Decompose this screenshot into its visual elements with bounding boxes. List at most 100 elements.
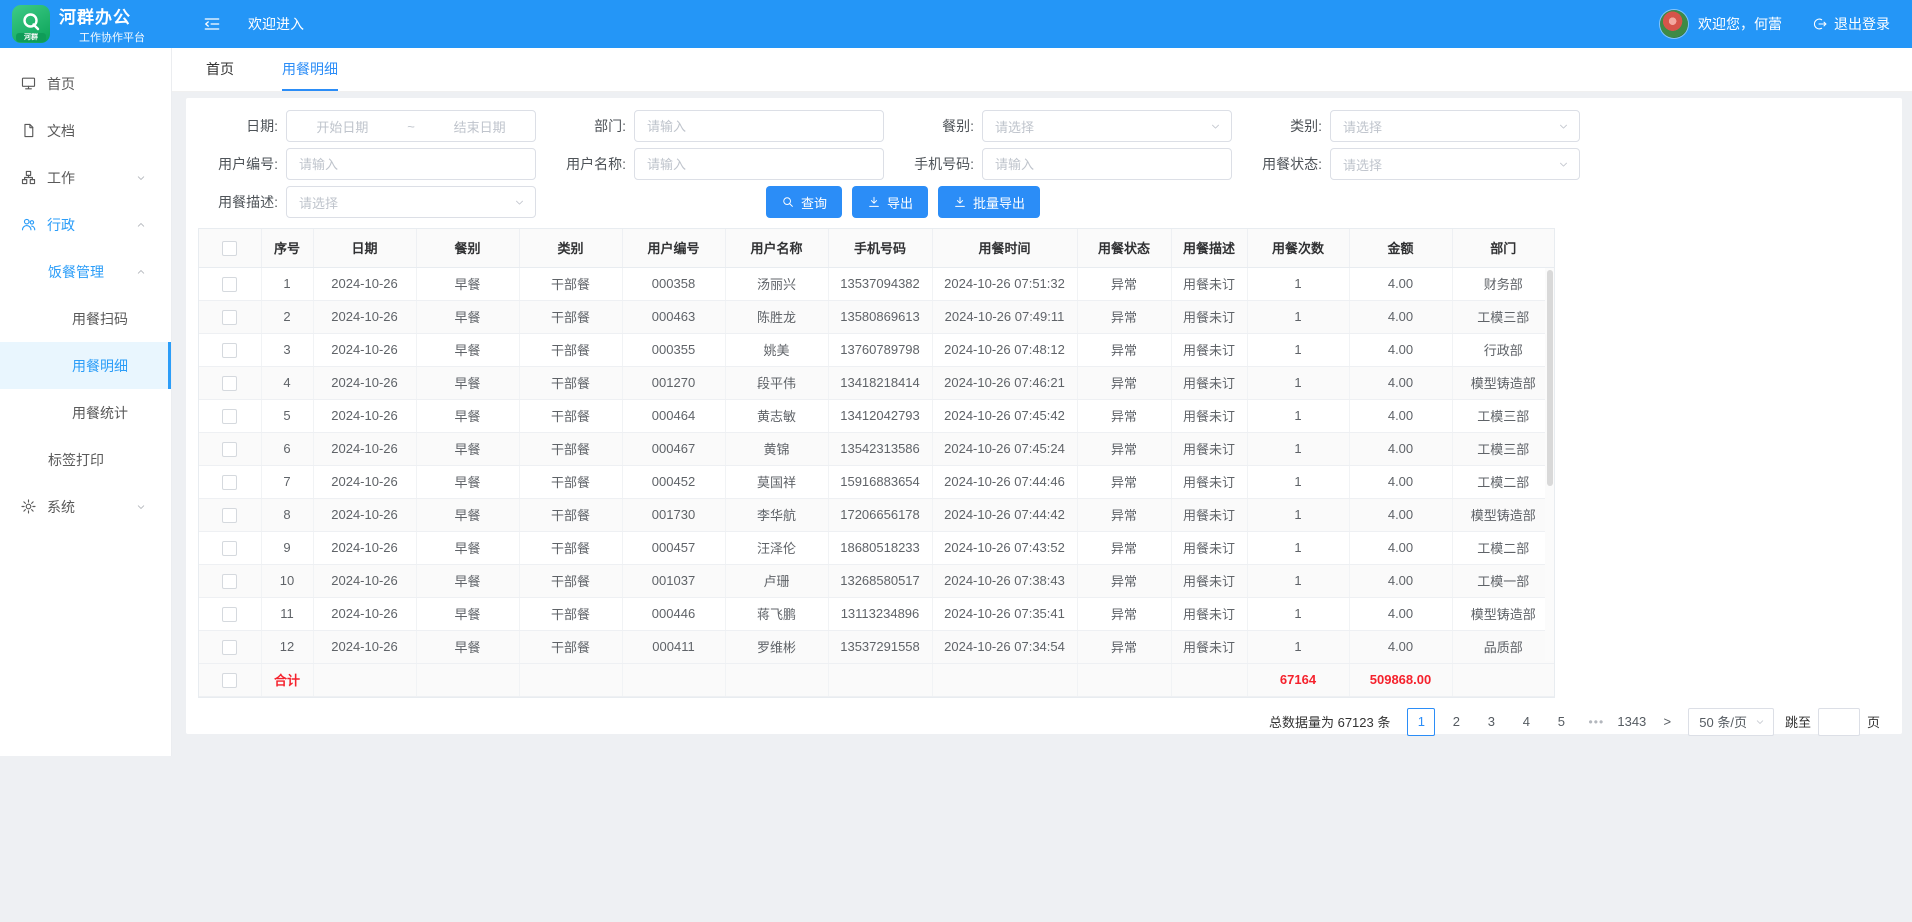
sidebar-item-docs[interactable]: 文档 [0,107,171,154]
logout-button[interactable]: 退出登录 [1812,14,1890,34]
col-header-select [199,229,261,267]
row-checkbox[interactable] [222,310,237,325]
sidebar-item-work[interactable]: 工作 [0,154,171,201]
row-checkbox[interactable] [222,277,237,292]
filter-user-name-input[interactable] [634,148,884,180]
next-page-button[interactable]: > [1653,708,1681,736]
filter-meal-desc: 用餐描述:请选择 [198,186,546,218]
cell-date: 2024-10-26 [313,498,416,531]
cell-count: 1 [1247,630,1349,663]
filter-category-select[interactable]: 请选择 [1330,110,1580,142]
page-button-1[interactable]: 1 [1407,708,1435,736]
page-button-5[interactable]: 5 [1547,708,1575,736]
cell-amount: 4.00 [1349,267,1452,300]
sidebar-item-meal-stats[interactable]: 用餐统计 [0,389,171,436]
cell-count: 1 [1247,498,1349,531]
page-button-2[interactable]: 2 [1442,708,1470,736]
sidebar-item-meal-scan[interactable]: 用餐扫码 [0,295,171,342]
search-button[interactable]: 查询 [766,186,842,218]
user-avatar[interactable] [1660,10,1688,38]
sidebar-item-admin[interactable]: 行政 [0,201,171,248]
summary-cell-user_id [622,663,725,696]
filter-phone-input[interactable] [982,148,1232,180]
cell-amount: 4.00 [1349,399,1452,432]
cell-select [199,564,261,597]
page-size-select[interactable]: 50 条/页 [1688,708,1774,736]
page-button-1343[interactable]: 1343 [1617,708,1646,736]
cell-phone: 13412042793 [828,399,932,432]
row-checkbox[interactable] [222,409,237,424]
cell-count: 1 [1247,300,1349,333]
app-logo-icon: 河群 [12,5,50,43]
cell-phone: 13580869613 [828,300,932,333]
select-all-checkbox[interactable] [222,241,237,256]
sidebar-item-home[interactable]: 首页 [0,60,171,107]
filter-date-range[interactable]: 开始日期~结束日期 [286,110,536,142]
filter-user-id-input[interactable] [286,148,536,180]
end-date-placeholder: 结束日期 [454,117,506,136]
tab-bar: 首页 用餐明细 [172,48,1912,92]
pagination-ellipsis[interactable]: ••• [1582,708,1610,736]
cell-desc: 用餐未订 [1171,432,1247,465]
export-button[interactable]: 导出 [852,186,928,218]
row-checkbox[interactable] [222,541,237,556]
filter-date: 日期:开始日期~结束日期 [198,110,546,142]
jump-page-input[interactable] [1818,708,1860,736]
cell-amount: 4.00 [1349,300,1452,333]
cell-seq: 12 [261,630,313,663]
cell-user_id: 000358 [622,267,725,300]
table-row: 52024-10-26早餐干部餐000464黄志敏134120427932024… [199,399,1554,432]
cell-user_name: 汪泽伦 [725,531,828,564]
filter-department-input[interactable] [634,110,884,142]
sidebar: 首页文档工作行政饭餐管理用餐扫码用餐明细用餐统计标签打印系统 [0,48,172,756]
filter-label: 日期: [198,116,286,136]
menu-fold-icon[interactable] [202,14,222,34]
cell-count: 1 [1247,465,1349,498]
cell-category: 干部餐 [519,366,622,399]
row-checkbox[interactable] [222,475,237,490]
cell-select [199,267,261,300]
row-checkbox[interactable] [222,508,237,523]
page-button-3[interactable]: 3 [1477,708,1505,736]
cell-phone: 15916883654 [828,465,932,498]
cell-dept: 工模一部 [1452,564,1554,597]
row-checkbox[interactable] [222,607,237,622]
filter-meal-desc-select[interactable]: 请选择 [286,186,536,218]
row-checkbox[interactable] [222,574,237,589]
row-checkbox[interactable] [222,376,237,391]
cell-user_id: 000464 [622,399,725,432]
tab-home[interactable]: 首页 [206,48,234,91]
cell-status: 异常 [1077,465,1171,498]
logout-label: 退出登录 [1834,14,1890,34]
sidebar-item-system[interactable]: 系统 [0,483,171,530]
filter-meal-status-select[interactable]: 请选择 [1330,148,1580,180]
sidebar-menu: 首页文档工作行政饭餐管理用餐扫码用餐明细用餐统计标签打印系统 [0,60,171,530]
filter-meal-status: 用餐状态:请选择 [1242,148,1590,180]
sidebar-item-meal-detail[interactable]: 用餐明细 [0,342,171,389]
sidebar-item-meal-management[interactable]: 饭餐管理 [0,248,171,295]
table-scrollbar[interactable] [1545,268,1554,661]
tab-meal-detail[interactable]: 用餐明细 [282,48,338,91]
cell-status: 异常 [1077,531,1171,564]
cell-status: 异常 [1077,333,1171,366]
row-checkbox[interactable] [222,442,237,457]
batch-export-button[interactable]: 批量导出 [938,186,1040,218]
table-scrollbar-thumb[interactable] [1547,270,1553,486]
cell-dept: 品质部 [1452,630,1554,663]
button-label: 查询 [801,193,827,212]
row-checkbox[interactable] [222,640,237,655]
cell-count: 1 [1247,399,1349,432]
cell-category: 干部餐 [519,597,622,630]
cell-dept: 模型铸造部 [1452,597,1554,630]
page-button-4[interactable]: 4 [1512,708,1540,736]
filter-label: 手机号码: [894,154,982,174]
logout-icon [1812,16,1828,32]
row-checkbox[interactable] [222,343,237,358]
chevron-down-icon [1209,120,1222,133]
summary-cell-select [199,663,261,696]
summary-checkbox[interactable] [222,673,237,688]
cell-user_name: 姚美 [725,333,828,366]
filter-meal-type-select[interactable]: 请选择 [982,110,1232,142]
sidebar-item-label-print[interactable]: 标签打印 [0,436,171,483]
cell-desc: 用餐未订 [1171,630,1247,663]
